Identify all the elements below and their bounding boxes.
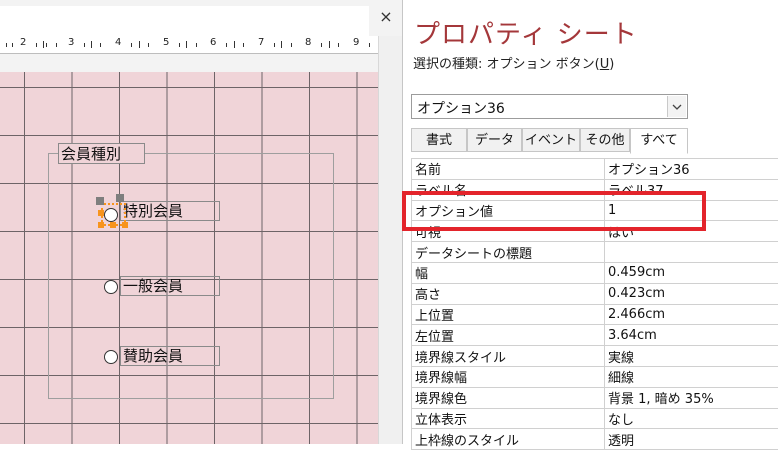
property-name: 高さ [412, 283, 605, 304]
document-tab[interactable] [0, 6, 369, 37]
property-value[interactable]: オプション36 [605, 159, 778, 180]
table-row[interactable]: 境界線スタイル実線 [412, 346, 778, 367]
ruler-number: 8 [305, 37, 311, 48]
resize-handle[interactable] [98, 210, 104, 216]
property-value[interactable]: 3.64cm [605, 325, 778, 346]
table-row[interactable]: 立体表示なし [412, 408, 778, 429]
property-value[interactable]: 2.466cm [605, 304, 778, 325]
option-label-special[interactable]: 特別会員 [120, 201, 220, 221]
option-group-label[interactable]: 会員種別 [58, 143, 145, 164]
tab-event[interactable]: イベント [522, 128, 580, 152]
selection-type-suffix: ) [609, 57, 614, 72]
ruler-number: 7 [258, 37, 264, 48]
resize-handle[interactable] [122, 222, 128, 228]
table-row[interactable]: 上枠線のスタイル透明 [412, 429, 778, 450]
property-name: 上位置 [412, 304, 605, 325]
table-row[interactable]: データシートの標題 [412, 242, 778, 263]
property-name: 名前 [412, 159, 605, 180]
property-value[interactable]: 細線 [605, 366, 778, 387]
tab-all[interactable]: すべて [630, 128, 688, 154]
chevron-down-icon[interactable] [667, 96, 686, 117]
tab-other[interactable]: その他 [580, 128, 630, 152]
horizontal-ruler: 2 3 4 5 6 7 8 9 [0, 36, 378, 54]
property-name: 幅 [412, 262, 605, 283]
ruler-number: 3 [68, 37, 74, 48]
table-row[interactable]: 境界線色背景 1, 暗め 35% [412, 387, 778, 408]
ruler-number: 9 [353, 37, 359, 48]
selection-type-accesskey: U [600, 57, 610, 72]
highlight-annotation-box [402, 191, 706, 231]
property-value[interactable]: 0.459cm [605, 262, 778, 283]
move-handle[interactable] [116, 194, 124, 202]
option-label-general[interactable]: 一般会員 [120, 276, 220, 296]
ruler-number: 4 [115, 37, 121, 48]
table-row[interactable]: 高さ0.423cm [412, 283, 778, 304]
tab-format[interactable]: 書式 [411, 128, 467, 152]
resize-handle[interactable] [98, 222, 104, 228]
property-name: 境界線幅 [412, 366, 605, 387]
selection-type-label: 選択の種類: オプション ボタン(U) [413, 53, 614, 72]
table-row[interactable]: 左位置3.64cm [412, 325, 778, 346]
close-icon[interactable]: × [376, 7, 396, 27]
ruler-number: 5 [163, 37, 169, 48]
property-name: 左位置 [412, 325, 605, 346]
document-tab-bar: × [0, 0, 402, 36]
object-select-value: オプション36 [417, 98, 505, 118]
property-sheet-title: プロパティ シート [414, 14, 638, 51]
property-name: 境界線スタイル [412, 346, 605, 367]
tab-data[interactable]: データ [467, 128, 522, 152]
move-handle[interactable] [96, 197, 104, 205]
property-name: 境界線色 [412, 387, 605, 408]
option-radio-general[interactable] [104, 280, 118, 294]
property-value[interactable]: 実線 [605, 346, 778, 367]
property-value[interactable]: なし [605, 408, 778, 429]
resize-handle[interactable] [110, 222, 116, 228]
table-row[interactable]: 幅0.459cm [412, 262, 778, 283]
property-name: データシートの標題 [412, 242, 605, 263]
form-design-pane: × 2 3 4 5 6 7 8 9 会員種別 特別会員 一般会員 賛助会員 [0, 0, 402, 444]
property-value[interactable]: 背景 1, 暗め 35% [605, 387, 778, 408]
table-row[interactable]: 境界線幅細線 [412, 366, 778, 387]
table-row[interactable]: 上位置2.466cm [412, 304, 778, 325]
property-value[interactable]: 0.423cm [605, 283, 778, 304]
property-name: 上枠線のスタイル [412, 429, 605, 450]
option-radio-supporting[interactable] [104, 350, 118, 364]
ruler-number: 6 [210, 37, 216, 48]
property-name: 立体表示 [412, 408, 605, 429]
table-row[interactable]: 名前オプション36 [412, 159, 778, 180]
option-label-supporting[interactable]: 賛助会員 [120, 346, 220, 366]
object-select-combo[interactable]: オプション36 [411, 94, 688, 119]
ruler-number: 2 [20, 37, 26, 48]
vertical-scrollbar[interactable] [378, 36, 402, 444]
property-value[interactable] [605, 242, 778, 263]
property-value[interactable]: 透明 [605, 429, 778, 450]
selection-type-text: 選択の種類: オプション ボタン( [413, 57, 600, 72]
